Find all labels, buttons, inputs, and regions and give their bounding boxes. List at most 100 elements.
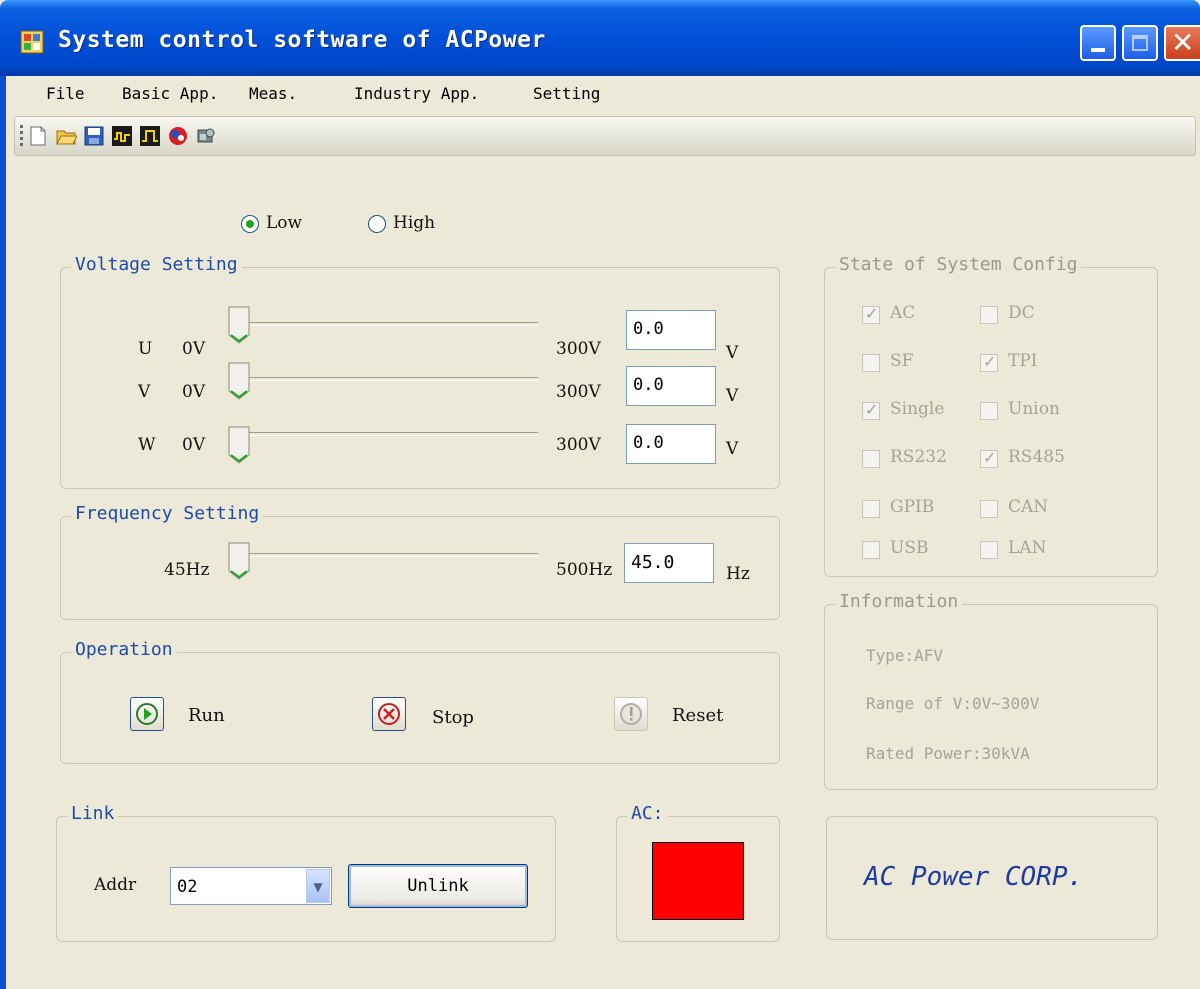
menu-basic-app[interactable]: Basic App. xyxy=(122,84,218,103)
addr-combobox[interactable]: 02 ▼ xyxy=(170,867,332,905)
link-title: Link xyxy=(67,803,119,824)
usb-checkbox-label: USB xyxy=(890,538,929,558)
tool-icon[interactable] xyxy=(195,125,217,147)
phase-u-slider-thumb[interactable] xyxy=(228,306,250,344)
sf-checkbox-label: SF xyxy=(890,351,914,371)
rs485-checkbox-label: RS485 xyxy=(1008,447,1065,467)
phase-u-input[interactable]: 0.0 xyxy=(626,310,716,350)
phase-u-min: 0V xyxy=(182,339,206,359)
app-icon xyxy=(20,30,44,54)
rs232-checkbox-label: RS232 xyxy=(890,447,947,467)
lan-checkbox-label: LAN xyxy=(1008,538,1047,558)
frequency-unit: Hz xyxy=(726,564,750,584)
frequency-min: 45Hz xyxy=(164,560,210,580)
voltage-setting-title: Voltage Setting xyxy=(71,254,242,275)
menu-setting[interactable]: Setting xyxy=(533,84,600,103)
addr-value: 02 xyxy=(177,877,198,897)
rs485-checkbox[interactable]: ✓ xyxy=(980,448,998,468)
frequency-slider-track[interactable] xyxy=(232,553,538,557)
phase-w-input[interactable]: 0.0 xyxy=(626,424,716,464)
system-config-title: State of System Config xyxy=(835,254,1082,275)
tpi-checkbox-label: TPI xyxy=(1008,351,1038,371)
phase-u-label: U xyxy=(138,339,153,359)
dc-checkbox[interactable] xyxy=(980,306,998,324)
rs232-checkbox[interactable] xyxy=(862,450,880,468)
close-button[interactable]: ✕ xyxy=(1164,25,1200,61)
warning-icon xyxy=(620,703,642,725)
chevron-down-icon[interactable]: ▼ xyxy=(306,869,330,903)
low-radio[interactable] xyxy=(241,215,259,233)
new-file-icon[interactable] xyxy=(27,125,49,147)
menu-file[interactable]: File xyxy=(46,84,85,103)
stop-icon xyxy=(378,703,400,725)
phase-v-label: V xyxy=(138,382,151,402)
check-icon: ✓ xyxy=(983,448,997,467)
stop-label[interactable]: Stop xyxy=(432,707,474,728)
frequency-input[interactable]: 45.0 xyxy=(624,543,714,583)
save-icon[interactable] xyxy=(83,125,105,147)
phase-u-slider-track[interactable] xyxy=(232,322,538,326)
dc-checkbox-label: DC xyxy=(1008,303,1035,323)
tpi-checkbox[interactable]: ✓ xyxy=(980,352,998,372)
waveform-icon[interactable] xyxy=(111,125,133,147)
phase-u-unit: V xyxy=(726,343,739,363)
frequency-slider-thumb[interactable] xyxy=(228,542,250,580)
frequency-setting-title: Frequency Setting xyxy=(71,503,264,524)
toolbar xyxy=(14,116,1196,156)
stop-button[interactable] xyxy=(372,697,406,731)
run-button[interactable] xyxy=(130,697,164,731)
maximize-icon xyxy=(1132,35,1148,51)
menu-industry-app[interactable]: Industry App. xyxy=(354,84,479,103)
close-icon: ✕ xyxy=(1171,26,1195,59)
check-icon: ✓ xyxy=(865,304,879,323)
run-label[interactable]: Run xyxy=(188,705,225,726)
lan-checkbox[interactable] xyxy=(980,541,998,559)
ac-checkbox[interactable]: ✓ xyxy=(862,304,880,324)
usb-checkbox[interactable] xyxy=(862,541,880,559)
open-folder-icon[interactable] xyxy=(55,125,77,147)
minimize-button[interactable] xyxy=(1080,25,1116,61)
ac-checkbox-label: AC xyxy=(890,303,916,323)
reset-button[interactable] xyxy=(614,697,648,731)
pulse-icon[interactable] xyxy=(139,125,161,147)
menu-meas[interactable]: Meas. xyxy=(249,84,297,103)
title-bar[interactable]: System control software of ACPower ✕ xyxy=(0,0,1200,76)
information-title: Information xyxy=(835,591,963,612)
low-label: Low xyxy=(266,213,303,233)
sf-checkbox[interactable] xyxy=(862,354,880,372)
high-label: High xyxy=(393,213,436,233)
phase-v-unit: V xyxy=(726,386,739,406)
minimize-icon xyxy=(1091,48,1105,52)
window-border xyxy=(0,76,6,989)
info-range: Range of V:0V~300V xyxy=(866,694,1040,713)
phase-w-slider-thumb[interactable] xyxy=(228,426,250,464)
phase-w-unit: V xyxy=(726,439,739,459)
gpib-checkbox[interactable] xyxy=(862,500,880,518)
toolbar-grip[interactable] xyxy=(20,125,23,147)
network-icon[interactable] xyxy=(167,125,189,147)
maximize-button[interactable] xyxy=(1122,25,1158,61)
info-rated-power: Rated Power:30kVA xyxy=(866,744,1030,763)
ac-status-indicator xyxy=(652,842,744,920)
union-checkbox-label: Union xyxy=(1008,399,1060,419)
phase-w-max: 300V xyxy=(556,435,601,455)
unlink-button[interactable]: Unlink xyxy=(348,864,528,908)
high-radio[interactable] xyxy=(368,215,386,233)
can-checkbox[interactable] xyxy=(980,500,998,518)
single-checkbox-label: Single xyxy=(890,399,945,419)
phase-w-slider-track[interactable] xyxy=(232,432,538,436)
gpib-checkbox-label: GPIB xyxy=(890,497,935,517)
check-icon: ✓ xyxy=(865,400,879,419)
play-icon xyxy=(136,703,158,725)
addr-label: Addr xyxy=(94,875,137,895)
union-checkbox[interactable] xyxy=(980,402,998,420)
phase-v-input[interactable]: 0.0 xyxy=(626,366,716,406)
reset-label[interactable]: Reset xyxy=(672,705,723,726)
phase-v-slider-track[interactable] xyxy=(232,377,538,381)
app-window: System control software of ACPower ✕ Fil… xyxy=(0,0,1200,989)
single-checkbox[interactable]: ✓ xyxy=(862,400,880,420)
phase-v-min: 0V xyxy=(182,382,206,402)
info-type: Type:AFV xyxy=(866,646,944,665)
phase-v-slider-thumb[interactable] xyxy=(228,362,250,400)
phase-w-min: 0V xyxy=(182,435,206,455)
